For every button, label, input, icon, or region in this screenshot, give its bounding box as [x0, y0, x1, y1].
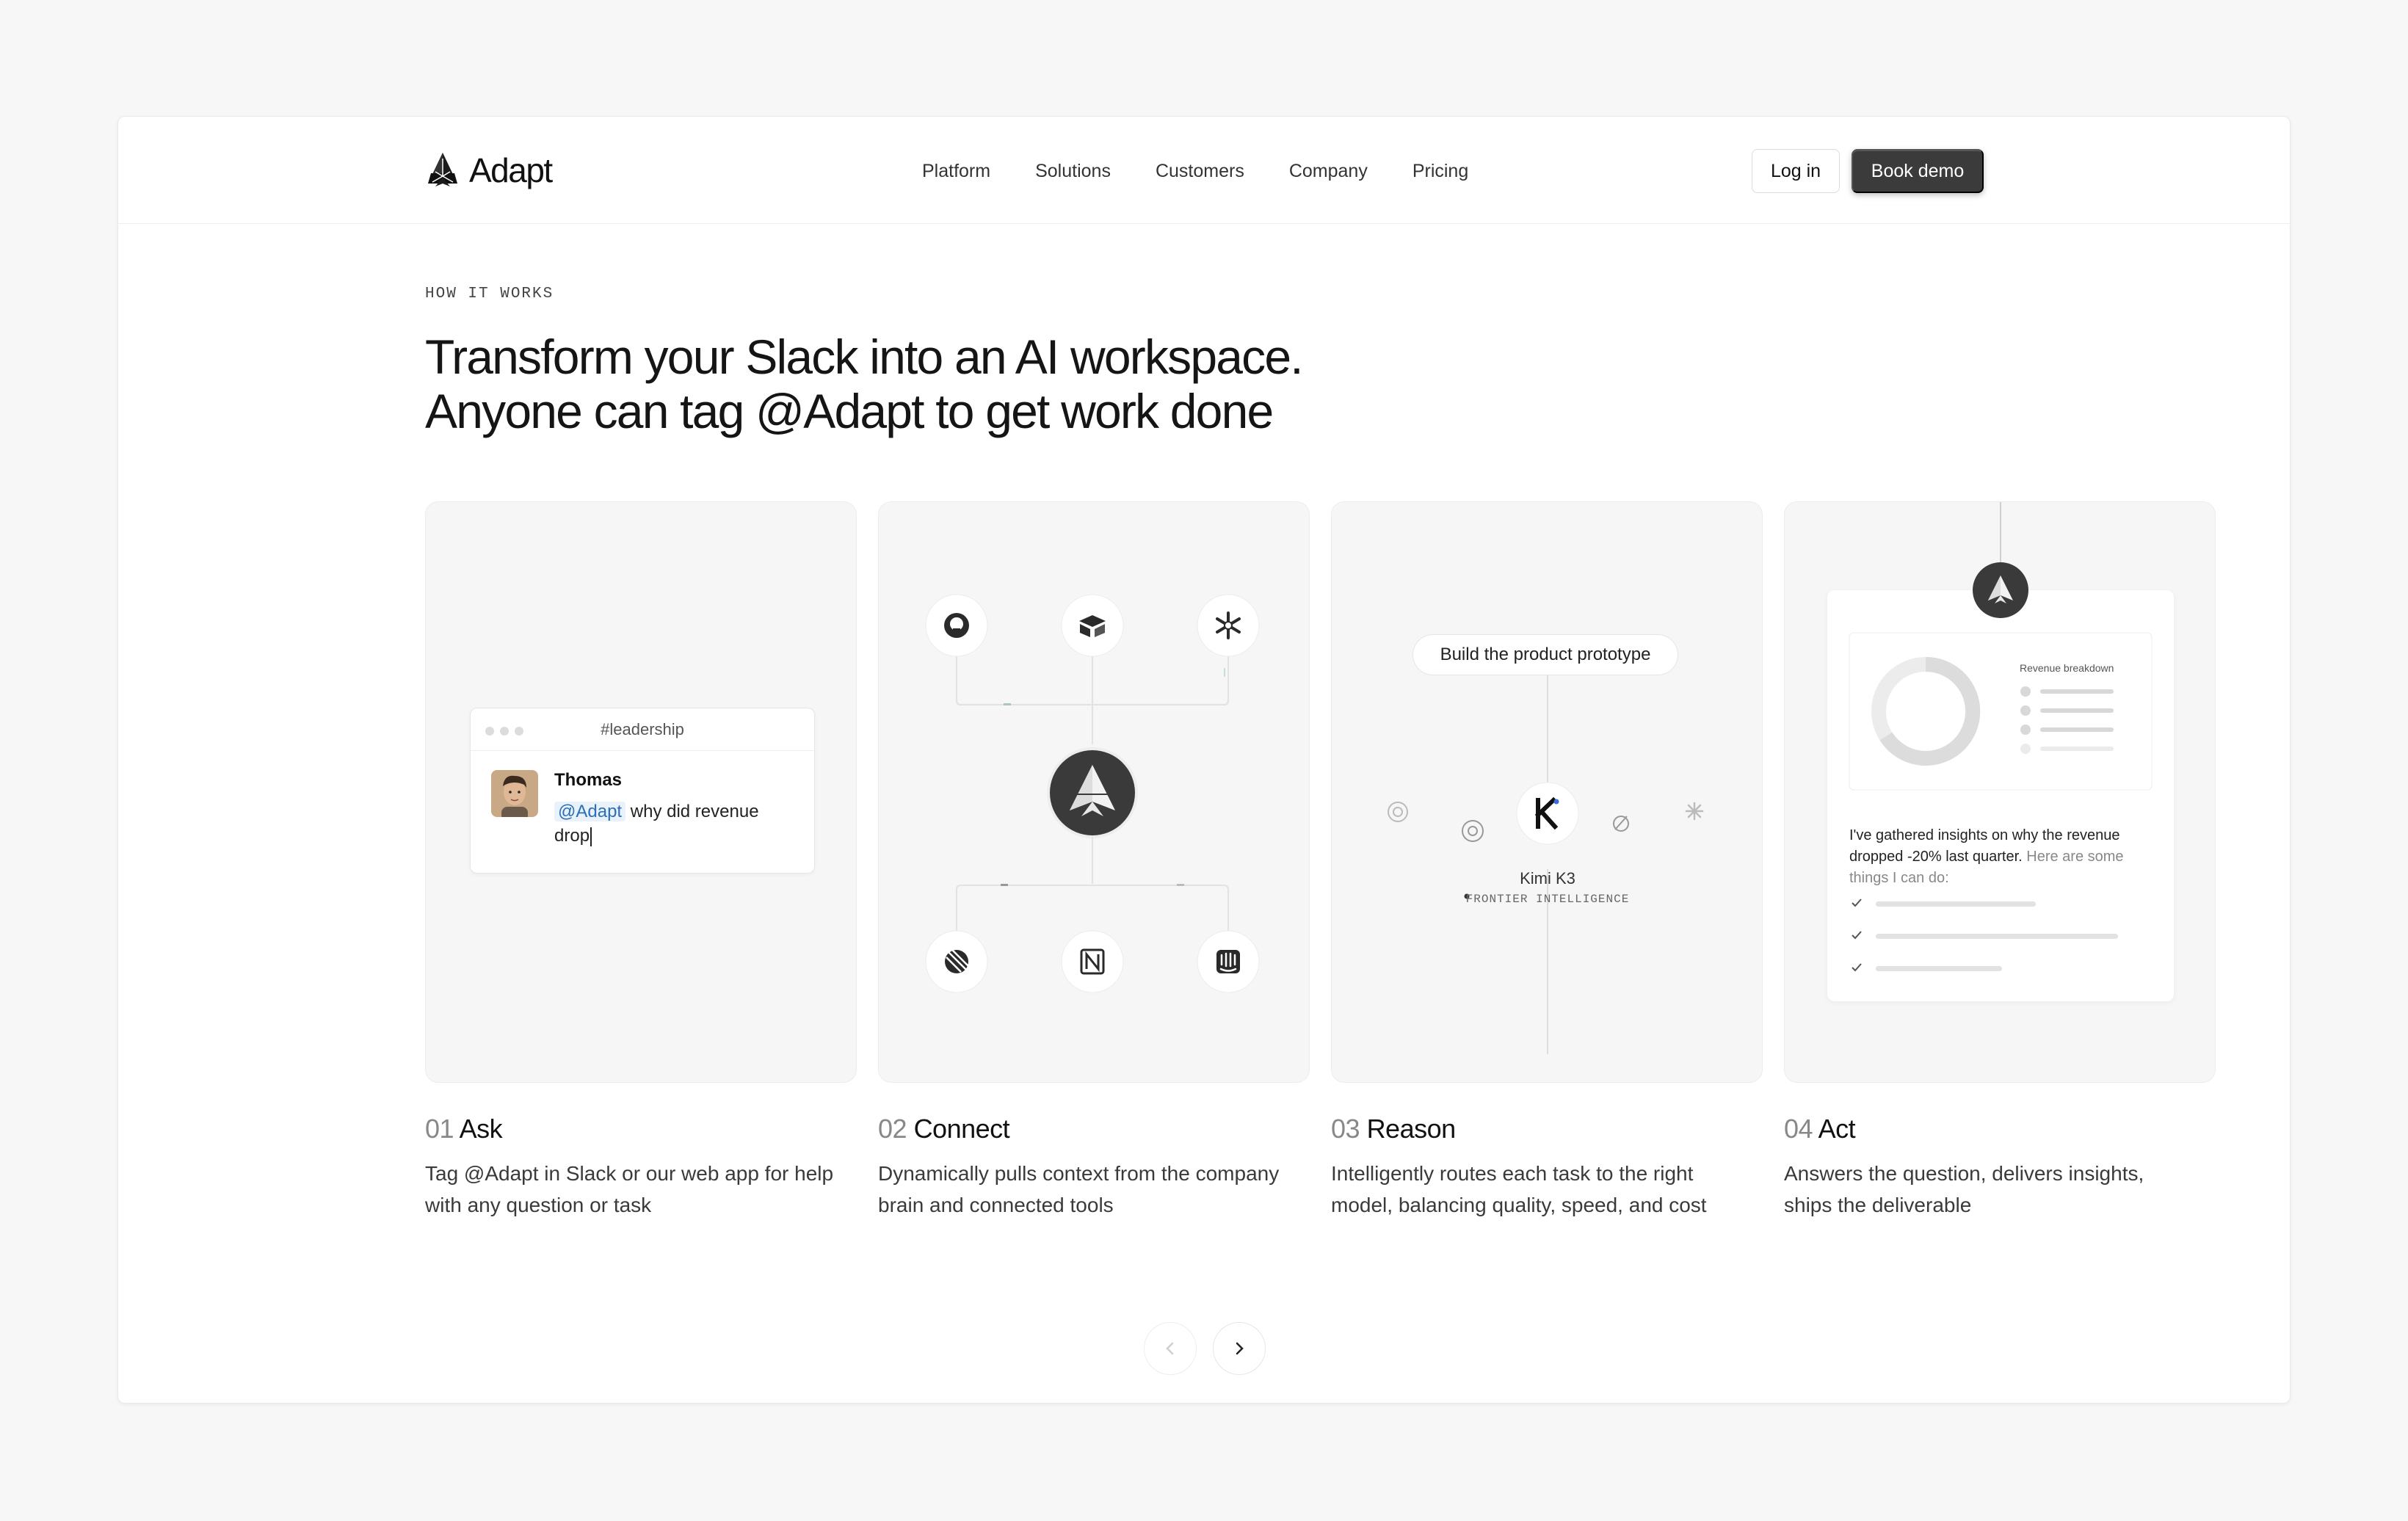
nav-links: Platform Solutions Customers Company Pri… [922, 156, 1468, 186]
brand-logo[interactable]: Adapt [425, 149, 553, 192]
step-description: Answers the question, delivers insights,… [1784, 1162, 2144, 1216]
perplexity-icon [1613, 816, 1629, 832]
adapt-badge-icon [1973, 562, 2028, 618]
step-label: Connect [913, 1114, 1010, 1144]
page-frame: Adapt Platform Solutions Customers Compa… [117, 116, 2291, 1404]
step-label: Act [1818, 1114, 1856, 1144]
step-number: 03 [1331, 1114, 1360, 1144]
chat-header: #leadership [471, 708, 814, 751]
integrations-diagram [925, 594, 1260, 993]
sender-name: Thomas [554, 770, 623, 790]
step-ask: 01 Ask Tag @Adapt in Slack or our web ap… [425, 1112, 866, 1221]
nav-link-pricing[interactable]: Pricing [1412, 156, 1468, 186]
step-label: Reason [1366, 1114, 1457, 1144]
section-eyebrow: HOW IT WORKS [425, 286, 554, 302]
card-ask: #leadership Thomas @Adapt why did revenu… [425, 501, 857, 1083]
chevron-left-icon [1166, 1342, 1174, 1355]
github-icon [925, 594, 988, 657]
step-number: 01 [425, 1114, 454, 1144]
headline-line-2: Anyone can tag @Adapt to get work done [425, 384, 1274, 438]
channel-name: #leadership [601, 720, 684, 738]
chevron-right-icon [1236, 1342, 1244, 1355]
step-label: Ask [459, 1114, 503, 1144]
adapt-logo-icon [428, 153, 457, 186]
nav-link-customers[interactable]: Customers [1156, 156, 1244, 186]
step-title: 01 Ask [425, 1112, 866, 1146]
snowflake-icon [1197, 594, 1260, 657]
claude-icon [1685, 802, 1704, 821]
nav-link-company[interactable]: Company [1289, 156, 1368, 186]
section-headline: Transform your Slack into an AI workspac… [425, 330, 1526, 438]
message-text: @Adapt why did revenue drop [554, 799, 797, 848]
step-connect: 02 Connect Dynamically pulls context fro… [878, 1112, 1319, 1221]
step-title: 02 Connect [878, 1112, 1319, 1146]
act-connector [1973, 502, 2028, 618]
login-button[interactable]: Log in [1752, 149, 1840, 193]
step-description: Intelligently routes each task to the ri… [1331, 1162, 1707, 1216]
book-demo-button[interactable]: Book demo [1852, 149, 1984, 193]
navbar: Adapt Platform Solutions Customers Compa… [118, 117, 2290, 224]
model-tag: FRONTIER INTELLIGENCE [1465, 893, 1630, 906]
task-prompt-pill: Build the product prototype [1412, 634, 1678, 675]
adapt-hub-icon [1047, 747, 1138, 838]
step-number: 04 [1784, 1114, 1813, 1144]
step-description: Dynamically pulls context from the compa… [878, 1162, 1280, 1216]
card-connect [878, 501, 1310, 1083]
card-act: Revenue breakdown I've gathered insights… [1784, 501, 2216, 1083]
step-title: 04 Act [1784, 1112, 2224, 1146]
model-name: Kimi K3 [1520, 869, 1575, 887]
linear-icon [925, 930, 988, 993]
mention-tag: @Adapt [554, 802, 626, 821]
step-number: 02 [878, 1114, 907, 1144]
card-reason: Build the product prototype Kimi K3 FRON… [1331, 501, 1763, 1083]
step-act: 04 Act Answers the question, delivers in… [1784, 1112, 2224, 1221]
kimi-icon [1516, 782, 1579, 845]
step-reason: 03 Reason Intelligently routes each task… [1331, 1112, 1771, 1221]
intercom-icon [1197, 930, 1260, 993]
notion-icon [1061, 930, 1124, 993]
user-avatar-image [491, 770, 538, 817]
openai-icon [1462, 820, 1484, 842]
nav-link-platform[interactable]: Platform [922, 156, 990, 186]
headline-line-1: Transform your Slack into an AI workspac… [425, 330, 1304, 384]
carousel-next-button[interactable] [1213, 1322, 1266, 1375]
model-routing-diagram [1388, 675, 1704, 1054]
airtable-icon [1061, 594, 1124, 657]
slack-message-preview: #leadership Thomas @Adapt why did revenu… [470, 708, 815, 874]
step-title: 03 Reason [1331, 1112, 1771, 1146]
avatar [491, 770, 538, 817]
brand-name: Adapt [469, 151, 553, 189]
nav-link-solutions[interactable]: Solutions [1035, 156, 1111, 186]
step-description: Tag @Adapt in Slack or our web app for h… [425, 1162, 834, 1216]
openai-icon [1388, 802, 1408, 822]
carousel-prev-button[interactable] [1144, 1322, 1197, 1375]
text-caret [590, 827, 592, 846]
